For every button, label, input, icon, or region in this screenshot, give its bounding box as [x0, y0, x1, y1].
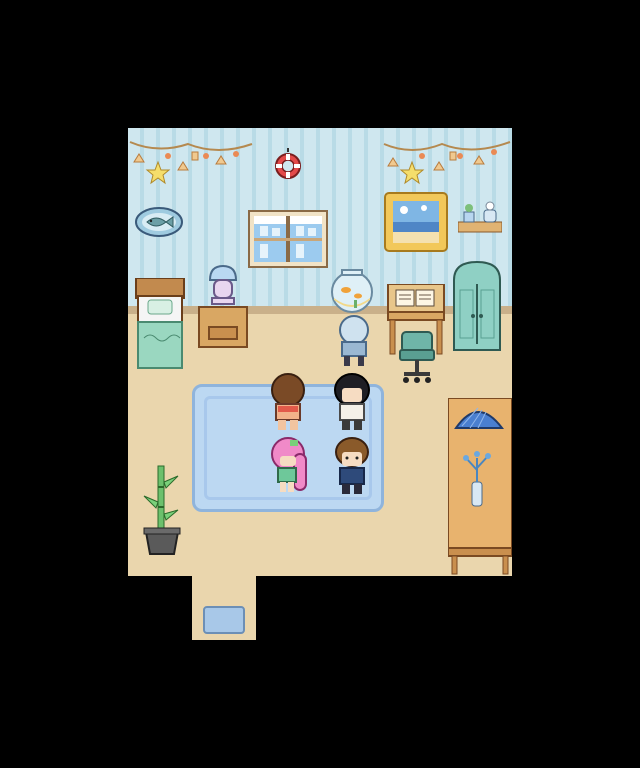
lamp-icon	[208, 264, 238, 305]
window-icon	[248, 210, 328, 268]
fish-icon	[135, 207, 183, 237]
black-hair-boy[interactable]	[328, 372, 376, 436]
bunting-left-icon	[129, 141, 253, 185]
brown-hair-girl[interactable]	[264, 372, 312, 436]
chair-icon[interactable]	[398, 328, 436, 384]
pink-hair-girl[interactable]	[264, 436, 312, 500]
room	[128, 128, 512, 576]
blue-hair-person[interactable]	[334, 314, 374, 368]
plant-icon	[143, 465, 181, 555]
bed-icon	[135, 278, 185, 369]
fishbowl-icon	[331, 269, 373, 313]
lifebuoy-icon	[275, 148, 301, 179]
painting-icon	[384, 192, 448, 252]
bunting-right-icon	[383, 141, 511, 185]
cabinet-icon[interactable]	[452, 260, 502, 352]
plant-shelf-icon	[458, 201, 502, 233]
table-icon	[448, 398, 512, 575]
doormat-icon[interactable]	[203, 606, 245, 634]
nightstand-icon	[198, 306, 248, 348]
brown-hair-boy[interactable]	[328, 436, 376, 500]
